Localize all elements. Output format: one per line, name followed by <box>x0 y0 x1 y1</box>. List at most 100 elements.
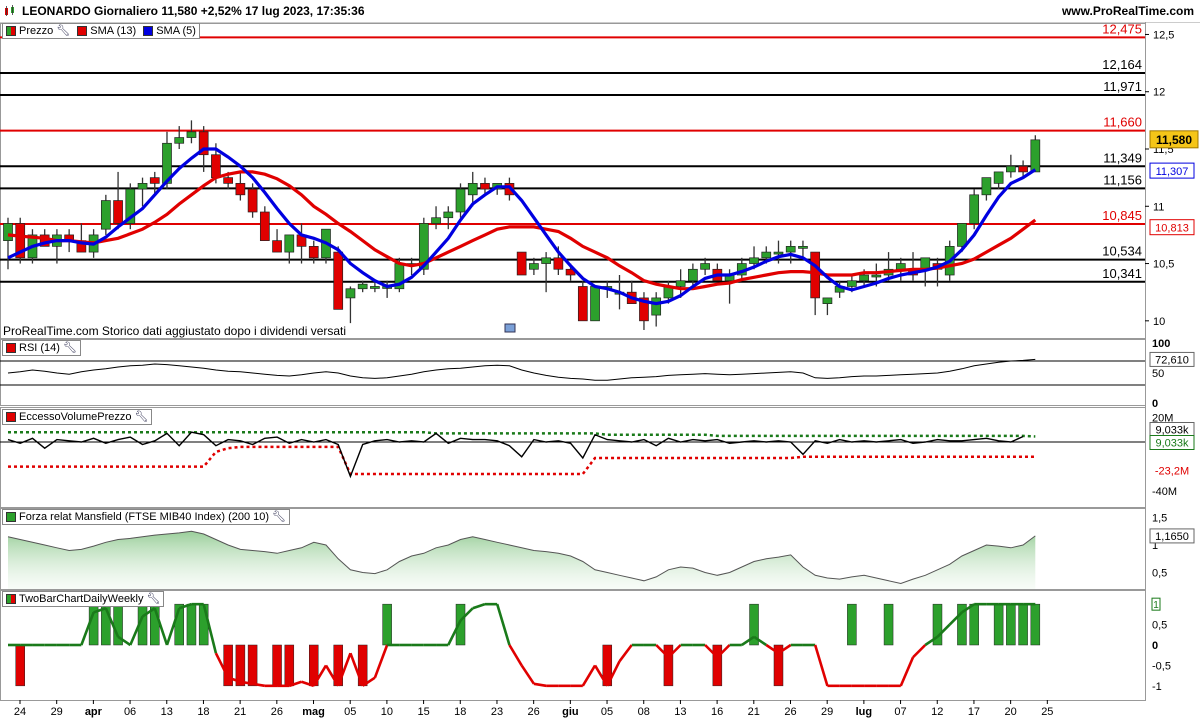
x-tick-label: 13 <box>674 706 686 718</box>
x-tick-label: 15 <box>417 706 429 718</box>
rsi-y-tick-label: 0 <box>1152 398 1158 410</box>
candle-down <box>553 257 564 270</box>
twobar-down-bar <box>712 644 723 687</box>
candle-up <box>749 257 759 264</box>
volume-lower-band <box>8 445 1036 476</box>
x-tick-label: 18 <box>454 706 466 718</box>
twobar-up-bar <box>847 603 857 646</box>
candle-up <box>431 217 441 224</box>
candle-down <box>235 183 246 196</box>
candle-up <box>186 131 197 138</box>
twobar-up-bar <box>1030 603 1041 646</box>
level-label: 11,660 <box>1103 115 1142 130</box>
candle-down <box>1018 165 1028 173</box>
candle-up <box>651 297 662 316</box>
twobar-signal-line <box>533 682 547 688</box>
twobar-signal-line <box>912 644 927 659</box>
sma5-legend-label: SMA (5) <box>156 25 196 37</box>
level-label: 11,971 <box>1103 79 1142 94</box>
x-tick-label: giu <box>562 706 579 718</box>
wrench-icon[interactable]: 🔧︎ <box>63 341 77 355</box>
twobar-y-tick-label: -1 <box>1152 681 1162 693</box>
level-label: 10,534 <box>1102 244 1142 259</box>
price-y-tick-label: 11 <box>1153 201 1164 213</box>
panel-frame-price <box>0 23 1146 339</box>
wrench-icon[interactable]: 🔧︎ <box>135 410 149 424</box>
x-tick-label: 05 <box>601 706 613 718</box>
mansfield-legend[interactable]: Forza relat Mansfield (FTSE MIB40 Index)… <box>2 509 291 525</box>
rsi-y-tick-label: 50 <box>1152 368 1164 380</box>
twobar-signal-line <box>899 656 915 687</box>
volume-swatch-icon <box>6 412 16 423</box>
volume-legend[interactable]: EccessoVolumePrezzo 🔧︎ <box>2 409 153 425</box>
twobar-y-tick-label: 0 <box>1152 640 1158 652</box>
candle-up <box>443 211 454 219</box>
candle-down <box>149 177 160 184</box>
twobar-up-bar <box>198 603 209 646</box>
sma13-swatch-icon <box>77 26 88 37</box>
volume-lower-label: -23,2M <box>1155 466 1189 478</box>
wrench-icon[interactable]: 🔧︎ <box>147 592 161 606</box>
candle-up <box>174 137 185 144</box>
wrench-icon[interactable]: 🔧︎ <box>272 510 286 524</box>
x-tick-label: 17 <box>968 706 980 718</box>
price-legend[interactable]: Prezzo 🔧︎ SMA (13) SMA (5) <box>2 23 200 39</box>
volume-line <box>7 431 1024 479</box>
chart-area: 12,51211,51110,51012,47512,16411,97111,6… <box>0 21 1199 718</box>
twobar-down-bar <box>663 644 674 687</box>
x-tick-label: 06 <box>124 706 136 718</box>
mansfield-y-tick-label: 0,5 <box>1152 568 1167 580</box>
twobar-up-bar <box>969 603 979 646</box>
candle-up <box>761 251 772 259</box>
rsi-y-tick-label: 100 <box>1152 338 1170 350</box>
candle-up <box>895 263 906 270</box>
level-label: 10,341 <box>1102 266 1142 281</box>
rsi-legend[interactable]: RSI (14) 🔧︎ <box>2 340 81 356</box>
price-y-tick-label: 10,5 <box>1153 259 1174 271</box>
volume-legend-label: EccessoVolumePrezzo <box>19 411 132 423</box>
twobar-down-bar <box>247 644 258 687</box>
x-tick-label: 29 <box>51 706 63 718</box>
twobar-up-bar <box>1006 603 1016 646</box>
panel-frame-rsi <box>0 339 1146 406</box>
candle-up <box>700 263 710 270</box>
x-tick-label: lug <box>856 706 873 718</box>
candle-up <box>822 297 833 304</box>
candle-down <box>247 188 258 213</box>
twobar-signal-line <box>508 644 523 667</box>
price-legend-label: Prezzo <box>19 25 54 37</box>
twobar-legend[interactable]: TwoBarChartDailyWeekly 🔧︎ <box>2 591 165 607</box>
x-tick-label: apr <box>85 706 103 718</box>
sma13-value-label: 10,813 <box>1155 223 1189 235</box>
candle-down <box>810 251 821 299</box>
sma13-legend-label: SMA (13) <box>90 25 137 37</box>
mansfield-value-label: 1,1650 <box>1155 531 1189 543</box>
x-tick-label: 20 <box>1005 706 1017 718</box>
twobar-down-bar <box>272 644 282 687</box>
twobar-signal-line <box>618 644 633 663</box>
candle-down <box>333 251 344 310</box>
x-tick-label: 26 <box>784 706 796 718</box>
x-tick-label: 18 <box>197 706 209 718</box>
x-tick-label: 10 <box>381 706 393 718</box>
candle-down <box>272 240 282 253</box>
sma5-swatch-icon <box>143 26 154 37</box>
x-tick-label: 24 <box>14 706 26 718</box>
volume-value-label: 9,033k <box>1155 425 1189 437</box>
x-tick-label: 13 <box>161 706 173 718</box>
candle-up <box>1006 165 1016 173</box>
candle-up <box>773 251 784 255</box>
twobar-up-bar <box>186 603 197 646</box>
candle-up <box>541 257 551 264</box>
candle-up <box>847 280 857 287</box>
twobar-signal-line <box>520 664 535 685</box>
candle-up <box>345 288 356 299</box>
twobar-signal-line <box>495 603 511 646</box>
x-tick-label: 29 <box>821 706 833 718</box>
twobar-swatch-icon <box>6 594 16 605</box>
x-tick-label: 05 <box>344 706 356 718</box>
twobar-value-label: 1 <box>1153 600 1159 611</box>
level-label: 11,349 <box>1103 150 1142 165</box>
wrench-icon[interactable]: 🔧︎ <box>56 24 70 38</box>
candle-up <box>529 263 539 270</box>
